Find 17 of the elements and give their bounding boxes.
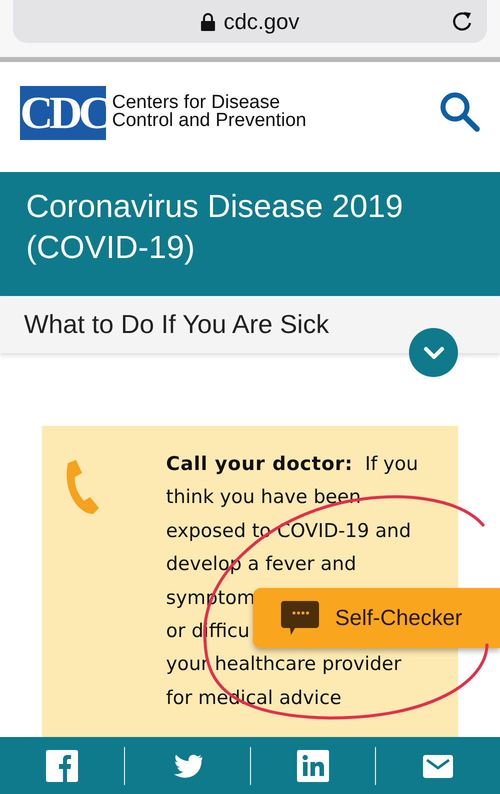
phone-icon — [64, 460, 100, 516]
section-title: What to Do If You Are Sick — [24, 308, 329, 341]
organization-name: Centers for Disease Control and Prevention — [112, 94, 306, 130]
cdc-logo[interactable]: CDC — [20, 86, 106, 140]
address-bar[interactable]: cdc.gov — [13, 0, 487, 43]
self-checker-button[interactable]: Self-Checker — [253, 588, 500, 648]
reload-icon[interactable] — [451, 10, 473, 32]
chevron-icon — [422, 346, 444, 360]
expand-button[interactable] — [409, 328, 458, 377]
paragraph-line: Call your doctor: If you — [166, 452, 418, 477]
paragraph-line: your healthcare provider — [166, 652, 402, 678]
chat-icon — [281, 601, 319, 635]
url-text: cdc.gov — [224, 8, 300, 34]
facebook-icon[interactable] — [46, 750, 78, 782]
search-icon[interactable] — [440, 92, 480, 132]
page-title: Coronavirus Disease 2019 (COVID-19) — [26, 187, 404, 267]
linkedin-icon[interactable] — [296, 750, 329, 782]
